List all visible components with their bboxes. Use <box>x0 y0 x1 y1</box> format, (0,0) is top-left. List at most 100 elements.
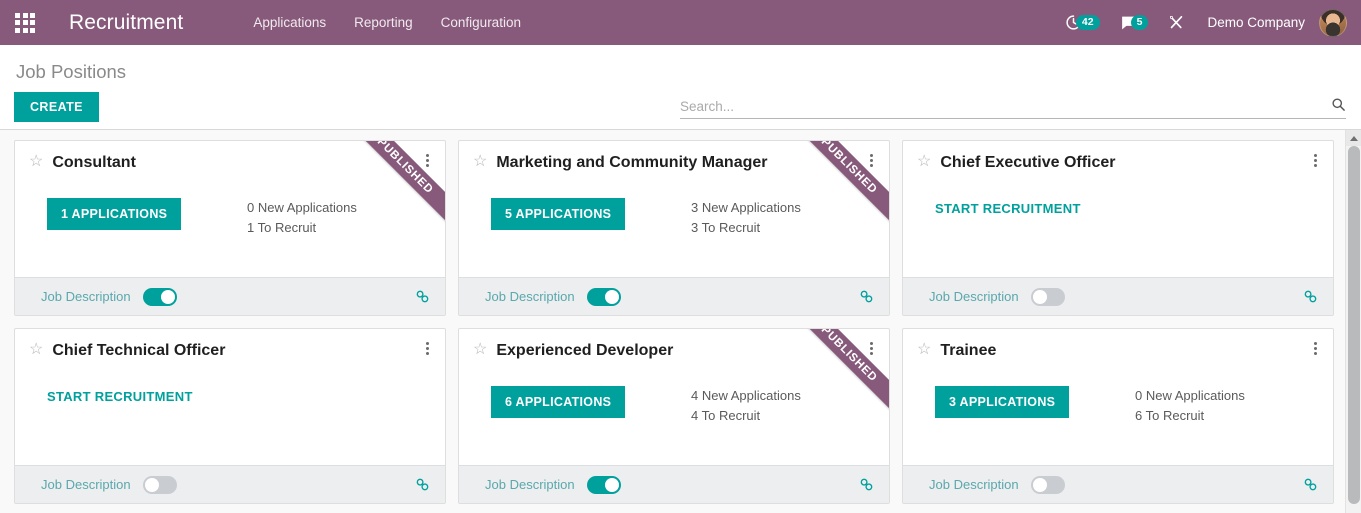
menu-item-configuration[interactable]: Configuration <box>427 9 535 36</box>
app-brand-title: Recruitment <box>69 10 184 34</box>
applications-count-button[interactable]: 3 APPLICATIONS <box>935 386 1070 418</box>
job-position-title: Experienced Developer <box>496 342 674 359</box>
search-input[interactable] <box>680 98 1331 114</box>
company-switcher[interactable]: Demo Company <box>1195 15 1317 30</box>
kanban-card-body: ☆ Experienced Developer 6 APPLICATIONS 4… <box>459 329 889 465</box>
apps-grid-icon <box>15 12 35 33</box>
kanban-card[interactable]: ☆ Chief Technical Officer START RECRUITM… <box>14 328 446 504</box>
job-description-label: Job Description <box>929 477 1019 492</box>
kanban-card[interactable]: PUBLISHED ☆ Consultant 1 APPLICATIONS 0 … <box>14 140 446 316</box>
new-applications-stat[interactable]: 0 New Applications <box>1135 386 1255 406</box>
messages-count-badge: 5 <box>1130 15 1149 30</box>
scrollbar-thumb[interactable] <box>1348 146 1360 504</box>
chain-link-icon[interactable] <box>414 477 431 492</box>
to-recruit-stat[interactable]: 1 To Recruit <box>247 218 367 238</box>
kanban-card-content: 5 APPLICATIONS 3 New Applications 3 To R… <box>473 198 875 237</box>
kanban-card-header: ☆ Chief Technical Officer <box>29 341 431 360</box>
kanban-card-content: 1 APPLICATIONS 0 New Applications 1 To R… <box>29 198 431 237</box>
search-view <box>680 97 1346 119</box>
chain-link-icon[interactable] <box>1302 477 1319 492</box>
card-stats: 4 New Applications 4 To Recruit <box>691 386 811 425</box>
messaging-menu-button[interactable]: 5 <box>1110 0 1159 45</box>
kanban-card-menu-button[interactable] <box>1307 151 1323 169</box>
toggle-knob <box>160 289 175 304</box>
vertical-scrollbar[interactable] <box>1345 130 1361 513</box>
job-position-title: Trainee <box>940 342 997 359</box>
kanban-card-footer: Job Description <box>15 277 445 315</box>
favorite-star-icon[interactable]: ☆ <box>29 341 43 359</box>
kanban-card[interactable]: ☆ Chief Executive Officer START RECRUITM… <box>902 140 1334 316</box>
activity-count-badge: 42 <box>1075 15 1100 30</box>
kanban-card-menu-button[interactable] <box>419 339 435 357</box>
new-applications-stat[interactable]: 0 New Applications <box>247 198 367 218</box>
job-description-toggle[interactable] <box>1030 475 1065 494</box>
debug-menu-button[interactable] <box>1158 0 1195 45</box>
chain-link-icon[interactable] <box>414 289 431 304</box>
kanban-card-menu-button[interactable] <box>1307 339 1323 357</box>
kanban-card[interactable]: ☆ Trainee 3 APPLICATIONS 0 New Applicati… <box>902 328 1334 504</box>
menu-item-reporting[interactable]: Reporting <box>340 9 427 36</box>
kanban-view: PUBLISHED ☆ Consultant 1 APPLICATIONS 0 … <box>0 130 1361 513</box>
kanban-card-body: ☆ Consultant 1 APPLICATIONS 0 New Applic… <box>15 141 445 277</box>
job-position-title: Chief Technical Officer <box>52 342 226 359</box>
to-recruit-stat[interactable]: 6 To Recruit <box>1135 406 1255 426</box>
kanban-card-header: ☆ Marketing and Community Manager <box>473 153 875 172</box>
favorite-star-icon[interactable]: ☆ <box>473 341 487 359</box>
kanban-card[interactable]: PUBLISHED ☆ Marketing and Community Mana… <box>458 140 890 316</box>
kanban-card-menu-button[interactable] <box>863 339 879 357</box>
kanban-card-footer: Job Description <box>15 465 445 503</box>
chain-link-icon[interactable] <box>858 289 875 304</box>
create-button[interactable]: CREATE <box>14 92 99 122</box>
toggle-knob <box>604 289 619 304</box>
main-menu: Applications Reporting Configuration <box>239 9 535 36</box>
favorite-star-icon[interactable]: ☆ <box>917 341 931 359</box>
start-recruitment-link[interactable]: START RECRUITMENT <box>47 386 193 404</box>
job-position-title: Consultant <box>52 154 136 171</box>
search-icon[interactable] <box>1331 97 1346 115</box>
toggle-knob <box>604 477 619 492</box>
scroll-up-button[interactable] <box>1346 130 1361 146</box>
job-description-label: Job Description <box>929 289 1019 304</box>
job-description-label: Job Description <box>485 289 575 304</box>
job-description-toggle[interactable] <box>142 475 177 494</box>
kanban-card[interactable]: PUBLISHED ☆ Experienced Developer 6 APPL… <box>458 328 890 504</box>
kanban-card-menu-button[interactable] <box>419 151 435 169</box>
caret-up-icon <box>1349 135 1358 141</box>
kanban-card-body: ☆ Chief Executive Officer START RECRUITM… <box>903 141 1333 277</box>
job-description-toggle[interactable] <box>142 287 177 306</box>
applications-count-button[interactable]: 5 APPLICATIONS <box>491 198 626 230</box>
card-stats: 0 New Applications 1 To Recruit <box>247 198 367 237</box>
new-applications-stat[interactable]: 4 New Applications <box>691 386 811 406</box>
applications-count-button[interactable]: 1 APPLICATIONS <box>47 198 182 230</box>
page-title: Job Positions <box>16 61 127 82</box>
job-description-label: Job Description <box>41 289 131 304</box>
chain-link-icon[interactable] <box>1302 289 1319 304</box>
kanban-card-footer: Job Description <box>903 277 1333 315</box>
new-applications-stat[interactable]: 3 New Applications <box>691 198 811 218</box>
card-stats: 0 New Applications 6 To Recruit <box>1135 386 1255 425</box>
favorite-star-icon[interactable]: ☆ <box>917 153 931 171</box>
toggle-knob <box>1032 289 1047 304</box>
to-recruit-stat[interactable]: 3 To Recruit <box>691 218 811 238</box>
activity-menu-button[interactable]: 42 <box>1055 0 1110 45</box>
user-avatar[interactable] <box>1319 8 1347 37</box>
apps-menu-toggle[interactable] <box>0 0 50 45</box>
to-recruit-stat[interactable]: 4 To Recruit <box>691 406 811 426</box>
kanban-card-menu-button[interactable] <box>863 151 879 169</box>
toggle-knob <box>1032 477 1047 492</box>
favorite-star-icon[interactable]: ☆ <box>473 153 487 171</box>
applications-count-button[interactable]: 6 APPLICATIONS <box>491 386 626 418</box>
menu-item-applications[interactable]: Applications <box>239 9 340 36</box>
kanban-card-footer: Job Description <box>459 465 889 503</box>
kanban-card-footer: Job Description <box>903 465 1333 503</box>
card-stats: 3 New Applications 3 To Recruit <box>691 198 811 237</box>
job-description-toggle[interactable] <box>1030 287 1065 306</box>
chain-link-icon[interactable] <box>858 477 875 492</box>
kanban-card-body: ☆ Chief Technical Officer START RECRUITM… <box>15 329 445 465</box>
favorite-star-icon[interactable]: ☆ <box>29 153 43 171</box>
job-position-title: Marketing and Community Manager <box>496 154 768 171</box>
job-description-toggle[interactable] <box>586 287 621 306</box>
job-position-title: Chief Executive Officer <box>940 154 1116 171</box>
job-description-toggle[interactable] <box>586 475 621 494</box>
start-recruitment-link[interactable]: START RECRUITMENT <box>935 198 1081 216</box>
